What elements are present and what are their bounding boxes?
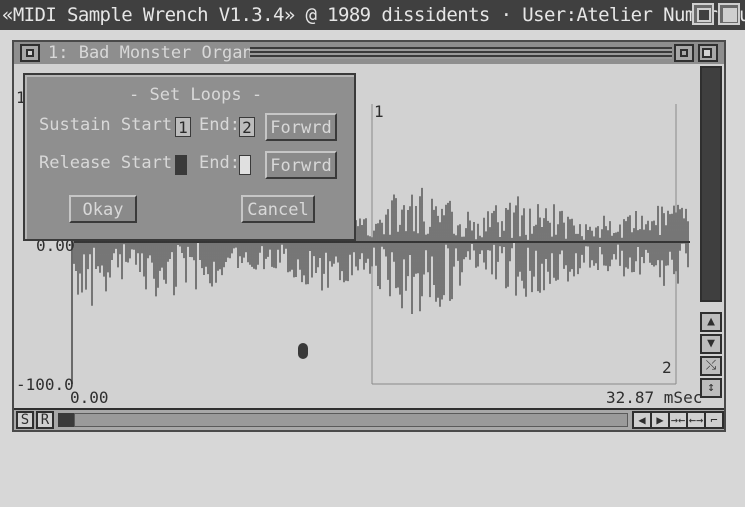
resize-icon[interactable]: ⌐	[704, 411, 724, 429]
mouse-pointer-icon	[298, 343, 308, 359]
loop-marker-1-label: 1	[374, 102, 384, 121]
cancel-button[interactable]: Cancel	[241, 195, 315, 223]
release-forward-button[interactable]: Forwrd	[265, 151, 337, 179]
scroll-up-icon[interactable]: ▲	[700, 312, 722, 332]
release-end-field[interactable]	[239, 155, 251, 175]
vertical-zoom-out-icon[interactable]: ⤯	[700, 356, 722, 376]
window-depth-icon[interactable]	[698, 44, 718, 62]
scroll-down-icon[interactable]: ▼	[700, 334, 722, 354]
x-start-label: 0.00	[70, 388, 109, 407]
release-end-label: End:	[199, 153, 240, 173]
sustain-end-field[interactable]: 2	[239, 117, 255, 137]
release-start-field[interactable]	[175, 155, 187, 175]
scroll-left-icon[interactable]: ◀	[632, 411, 652, 429]
x-end-label: 32.87 mSec	[606, 388, 703, 407]
sustain-start-field[interactable]: 1	[175, 117, 191, 137]
vertical-zoom-in-icon[interactable]: ↕	[700, 378, 722, 398]
screen-title-text: «MIDI Sample Wrench V1.3.4» @ 1989 dissi…	[2, 4, 745, 26]
y-bottom-label: -100.0	[16, 375, 74, 394]
screen-depth-front-icon[interactable]	[718, 3, 740, 25]
loop-marker-2-label: 2	[662, 358, 672, 377]
zoom-icon[interactable]	[674, 44, 694, 62]
dialog-title: - Set Loops -	[129, 85, 263, 105]
window-title-bar[interactable]: 1: Bad Monster Organ	[14, 42, 724, 64]
scroll-right-icon[interactable]: ▶	[650, 411, 670, 429]
horizontal-zoom-in-icon[interactable]: →←	[668, 411, 688, 429]
vertical-scrollbar[interactable]	[700, 66, 722, 302]
screen-title-bar: «MIDI Sample Wrench V1.3.4» @ 1989 dissi…	[0, 0, 745, 30]
window-title: 1: Bad Monster Organ	[48, 43, 253, 63]
r-button[interactable]: R	[36, 411, 54, 429]
sustain-start-label: Sustain Start:	[39, 115, 183, 135]
sustain-end-label: End:	[199, 115, 240, 135]
release-start-label: Release Start:	[39, 153, 183, 173]
bottom-scroll-bar: S R ◀ ▶ →← ←→ ⌐	[14, 408, 724, 430]
okay-button[interactable]: Okay	[69, 195, 137, 223]
horizontal-zoom-out-icon[interactable]: ←→	[686, 411, 706, 429]
screen-depth-back-icon[interactable]	[692, 3, 714, 25]
horizontal-scrollbar[interactable]	[74, 413, 628, 427]
s-button[interactable]: S	[16, 411, 34, 429]
horizontal-scroll-knob[interactable]	[58, 413, 74, 427]
sustain-forward-button[interactable]: Forwrd	[265, 113, 337, 141]
close-icon[interactable]	[20, 44, 40, 62]
set-loops-dialog: - Set Loops - Sustain Start: 1 End: 2 Fo…	[23, 73, 356, 241]
title-drag-bar[interactable]	[250, 47, 672, 59]
